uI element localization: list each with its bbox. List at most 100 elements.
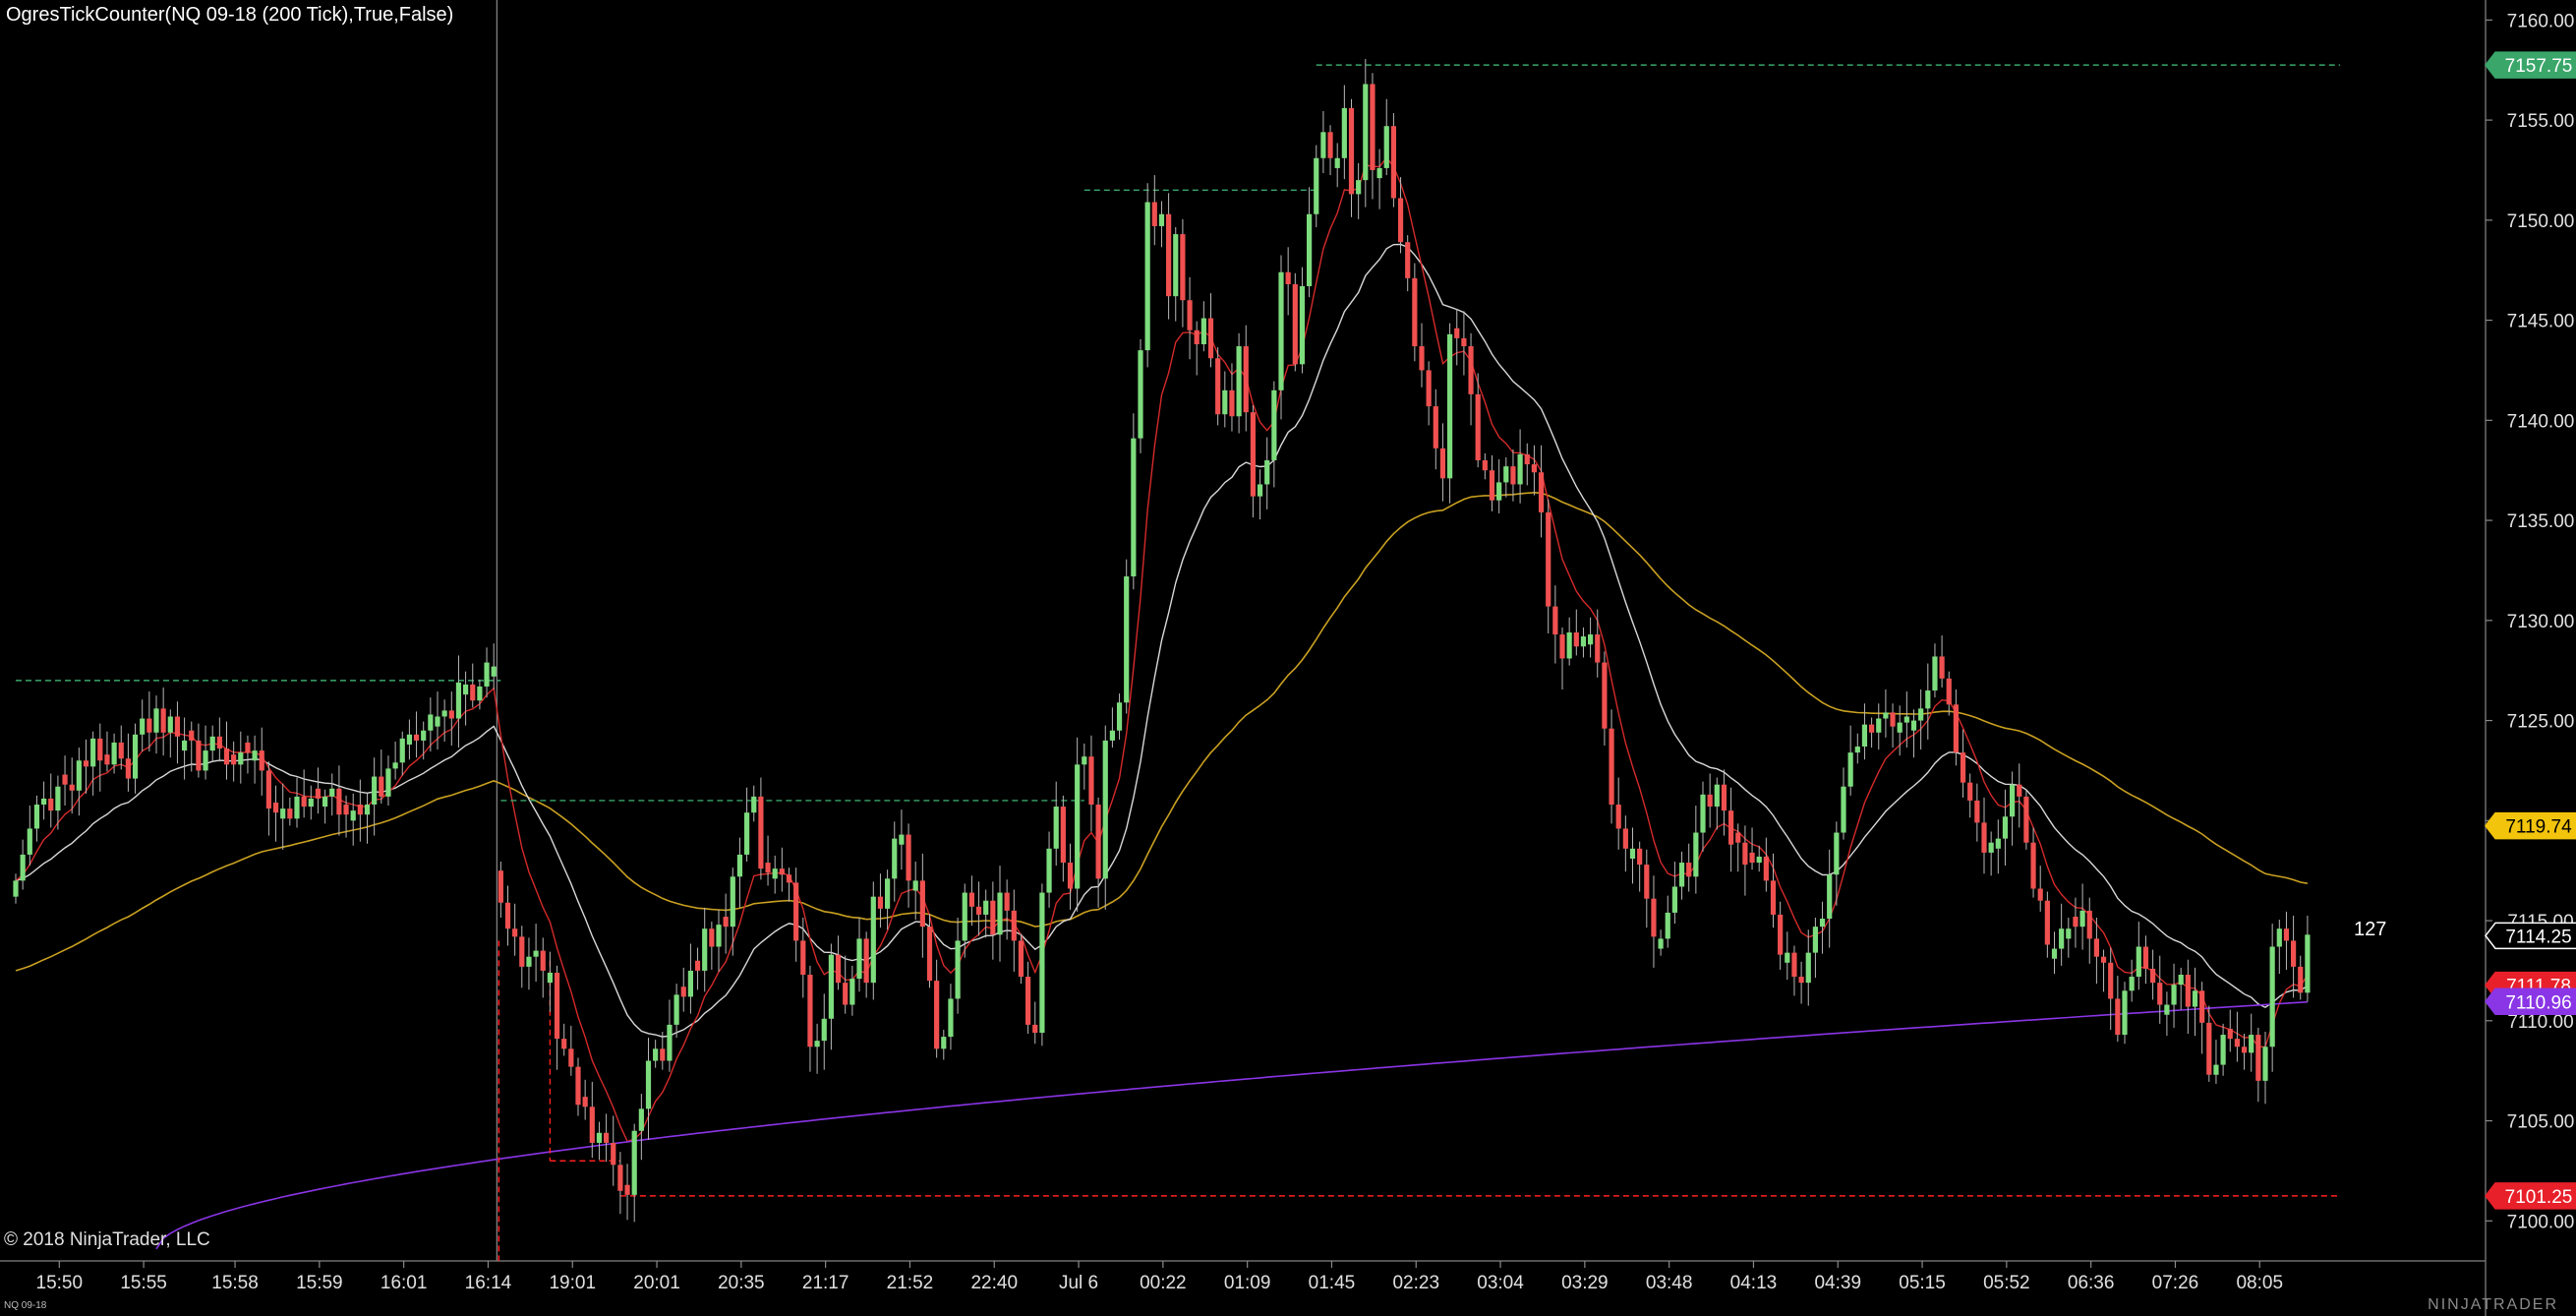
candle-body — [1517, 453, 1523, 485]
candle — [1552, 585, 1558, 664]
candle-body — [1390, 126, 1396, 199]
candle-body — [1341, 107, 1347, 158]
candle-body — [33, 805, 40, 829]
time-tick-label: 15:55 — [120, 1273, 167, 1293]
price-tick-label: 7150.00 — [2507, 211, 2575, 232]
candle-body — [941, 1037, 947, 1049]
candle-body — [1819, 919, 1826, 927]
instrument-label: NQ 09-18 — [4, 1300, 47, 1311]
candle — [1827, 849, 1833, 948]
candle-body — [983, 900, 989, 915]
candle — [272, 785, 279, 842]
candle-body — [694, 960, 701, 971]
candle-body — [1615, 805, 1621, 829]
candle-body — [1067, 863, 1074, 889]
candle — [968, 875, 974, 927]
candle-body — [589, 1107, 595, 1143]
candle — [645, 1038, 652, 1140]
candle — [125, 733, 131, 792]
candle — [1658, 929, 1664, 956]
candle — [1299, 267, 1306, 374]
candle — [1559, 627, 1565, 690]
candle-body — [48, 798, 54, 811]
candle — [364, 793, 371, 844]
candle-body — [1847, 752, 1853, 787]
candle — [421, 721, 427, 760]
candle-body — [730, 876, 735, 927]
candle-body — [470, 684, 476, 701]
candle-body — [385, 768, 391, 797]
candle-body — [1264, 460, 1270, 485]
price-tick-label: 7145.00 — [2507, 312, 2575, 332]
price-tick-label: 7125.00 — [2507, 712, 2575, 733]
candle — [90, 731, 96, 796]
candle — [1749, 827, 1755, 870]
price-marker-label: 7110.96 — [2505, 992, 2571, 1013]
candle — [1637, 841, 1643, 892]
candle-body — [2241, 1047, 2248, 1053]
candle-body — [1827, 874, 1833, 920]
candle — [547, 951, 553, 1012]
candle-body — [2276, 928, 2282, 947]
candle-body — [2220, 1035, 2226, 1065]
candle-body — [203, 750, 208, 771]
candle-body — [252, 750, 258, 761]
candle — [2150, 949, 2156, 1000]
candle — [1075, 737, 1081, 912]
candle — [1573, 609, 1579, 656]
candle — [463, 671, 469, 726]
candle — [104, 731, 110, 772]
candle — [660, 1032, 666, 1070]
candle-body — [308, 798, 314, 808]
time-tick-label: 20:01 — [633, 1273, 680, 1293]
candle — [294, 777, 300, 828]
candle-body — [1735, 832, 1741, 843]
candle-body — [617, 1165, 623, 1191]
candle — [1482, 452, 1488, 480]
price-chart[interactable]: 7100.007105.007110.007115.007120.007125.… — [0, 0, 2576, 1316]
candle — [182, 717, 188, 780]
candle-body — [1812, 927, 1818, 953]
price-marker: 7114.25 — [2485, 922, 2576, 950]
candle-body — [1257, 484, 1263, 497]
candle — [1785, 931, 1790, 981]
candle — [1805, 929, 1811, 1006]
candle-body — [1644, 865, 1650, 899]
candle-body — [821, 1018, 827, 1042]
candle-body — [55, 786, 61, 811]
candle — [1144, 183, 1150, 368]
candle — [709, 922, 715, 970]
candle — [2073, 897, 2078, 948]
candle — [470, 663, 476, 708]
candle — [1264, 437, 1270, 509]
candle — [1981, 797, 1987, 874]
candle-body — [955, 940, 961, 999]
candle-body — [1602, 662, 1608, 729]
price-tick-label: 7130.00 — [2507, 612, 2575, 632]
candle-body — [660, 1048, 666, 1061]
candle — [1946, 671, 1952, 716]
candle-body — [1447, 333, 1453, 479]
candle-body — [526, 956, 532, 967]
candle — [1847, 725, 1853, 796]
candle-body — [1320, 132, 1326, 158]
candle — [554, 965, 560, 1070]
candle — [76, 748, 82, 816]
candle-body — [906, 834, 911, 881]
time-axis[interactable]: 15:50 15:55 15:58 15:59 16:01 16:14 19:01 20:01… — [36, 1261, 2283, 1293]
price-axis[interactable]: 7100.007105.007110.007115.007120.007125.… — [2486, 11, 2574, 1232]
candle — [1166, 193, 1172, 320]
candle-body — [2178, 975, 2184, 986]
ninjatrader-logo: NINJATRADER — [2428, 1296, 2558, 1313]
candle — [1728, 787, 1734, 872]
candle-body — [2010, 784, 2016, 817]
candle-body — [870, 896, 876, 984]
candle-body — [1207, 318, 1214, 359]
price-marker-label: 7157.75 — [2505, 56, 2573, 77]
candle — [1376, 149, 1382, 209]
ema-fast-line — [15, 156, 2309, 1143]
candle-body — [1637, 848, 1643, 866]
candle-body — [779, 868, 785, 875]
candle — [265, 761, 271, 836]
candle — [2115, 976, 2121, 1043]
